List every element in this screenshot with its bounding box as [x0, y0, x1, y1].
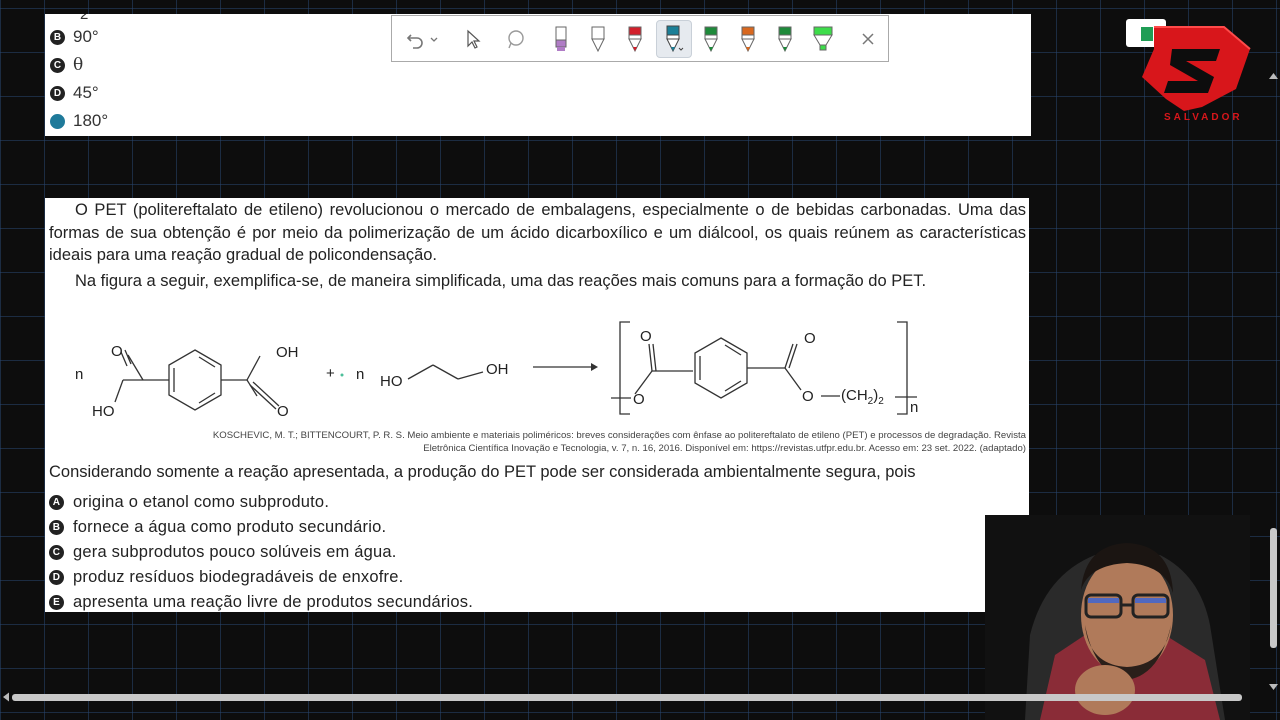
answer-text-a: origina o etanol como subproduto.	[73, 493, 330, 511]
answer-d[interactable]: D produz resíduos biodegradáveis de enxo…	[49, 568, 403, 587]
vertical-scrollbar[interactable]	[1267, 70, 1280, 695]
answer-c[interactable]: C gera subprodutos pouco solúveis em águ…	[49, 543, 397, 562]
acid-o-top: O	[111, 343, 123, 360]
pen-white-icon	[591, 26, 605, 53]
diol-ho: HO	[380, 373, 403, 390]
figure-plus: +	[326, 365, 335, 382]
prod-ch2-open: (CH	[841, 387, 868, 404]
pen-orange[interactable]	[731, 22, 765, 56]
answer-text-e: apresenta uma reação livre de produtos s…	[73, 593, 474, 611]
answer-letter-b: B	[49, 520, 64, 535]
pointer-icon	[467, 29, 481, 49]
option-text: θ	[73, 55, 84, 75]
answer-a[interactable]: A origina o etanol como subproduto.	[49, 493, 329, 512]
pen-orange-icon	[741, 26, 755, 53]
diol-oh: OH	[486, 361, 509, 378]
figure-n-left: n	[75, 366, 83, 383]
pen-red[interactable]	[618, 22, 652, 56]
scroll-left-arrow-icon	[3, 692, 9, 702]
citation-line-2: Eletrônica Científica Inovação e Tecnolo…	[423, 443, 1026, 454]
scroll-thumb-horizontal	[12, 694, 1242, 701]
answer-b[interactable]: B fornece a água como produto secundário…	[49, 518, 386, 537]
option-c[interactable]: C θ	[50, 55, 83, 75]
paragraph-1-text: O PET (politereftalato de etileno) revol…	[49, 201, 1026, 264]
reaction-figure: n O OH HO O + n HO OH O O O O (CH2)2 n	[75, 321, 918, 420]
undo-dropdown[interactable]	[426, 22, 442, 56]
prod-ch2-group: (CH2)2	[841, 387, 884, 407]
answer-letter-d: D	[49, 570, 64, 585]
horizontal-scrollbar[interactable]	[0, 690, 1265, 704]
lasso-icon	[508, 30, 524, 49]
pen-white[interactable]	[581, 22, 615, 56]
highlighter-green[interactable]	[806, 22, 840, 56]
lasso-tool[interactable]	[499, 22, 533, 56]
paragraph-2: Na figura a seguir, exemplifica-se, de m…	[49, 270, 1026, 293]
logo-text: SALVADOR	[1164, 112, 1243, 123]
scroll-up-arrow-icon	[1269, 73, 1278, 79]
answer-letter-a: A	[49, 495, 64, 510]
cut-text: 2	[80, 14, 89, 23]
dropdown-icon	[430, 37, 438, 42]
question-prompt: Considerando somente a reação apresentad…	[49, 463, 916, 481]
acid-o-bottom: O	[277, 403, 289, 420]
pen-darkgreen[interactable]	[768, 22, 802, 56]
option-text: 180°	[73, 111, 109, 130]
pen-green-icon	[704, 26, 718, 53]
prod-o-bottom-right: O	[802, 388, 814, 405]
prod-n: n	[910, 399, 918, 416]
horizontal-scrollbar-graphic	[3, 692, 1242, 702]
drawing-toolbar	[391, 15, 889, 62]
pen-red-icon	[628, 26, 642, 53]
pen-purple-icon	[555, 26, 567, 51]
pen-teal-active[interactable]	[656, 20, 692, 58]
prod-ch2-count: 2	[878, 396, 884, 407]
pen-green[interactable]	[694, 22, 728, 56]
option-letter-e-selected: E	[50, 113, 65, 129]
option-text: 45°	[73, 83, 99, 102]
option-letter-b: B	[50, 29, 65, 45]
pen-teal-icon	[666, 25, 684, 53]
option-d[interactable]: D 45°	[50, 83, 99, 103]
question-card: O PET (politereftalato de etileno) revol…	[45, 198, 1029, 612]
prod-o-top-left: O	[640, 328, 652, 345]
answer-text-b: fornece a água como produto secundário.	[73, 518, 387, 536]
option-letter-d: D	[50, 85, 65, 101]
scroll-down-arrow-icon	[1269, 684, 1278, 690]
ethylene-glycol-structure	[407, 364, 484, 380]
citation-line-1: KOSCHEVIC, M. T.; BITTENCOURT, P. R. S. …	[212, 430, 1026, 441]
terephthalic-acid-structure	[114, 349, 280, 411]
acid-ho-bottom: HO	[92, 403, 115, 420]
acid-oh-top: OH	[276, 344, 299, 361]
scroll-thumb	[1270, 528, 1277, 648]
close-toolbar-button[interactable]	[851, 22, 885, 56]
paragraph-2-text: Na figura a seguir, exemplifica-se, de m…	[75, 272, 927, 290]
figure-n-middle: n	[356, 366, 364, 383]
answer-text-c: gera subprodutos pouco solúveis em água.	[73, 543, 397, 561]
channel-logo: SALVADOR	[1124, 19, 1252, 129]
option-text: 90°	[73, 27, 99, 46]
option-b[interactable]: B 90°	[50, 27, 99, 47]
answer-letter-c: C	[49, 545, 64, 560]
select-tool[interactable]	[456, 22, 490, 56]
prod-o-top-right: O	[804, 330, 816, 347]
pen-darkgreen-icon	[778, 26, 792, 53]
reaction-arrow	[533, 363, 598, 371]
pen-purple[interactable]	[544, 22, 578, 56]
option-e[interactable]: E 180°	[50, 111, 108, 131]
prod-o-bottom-left: O	[633, 391, 645, 408]
answer-e[interactable]: E apresenta uma reação livre de produtos…	[49, 593, 473, 612]
vertical-scrollbar-graphic	[1269, 73, 1278, 690]
close-icon	[862, 33, 874, 45]
paragraph-1: O PET (politereftalato de etileno) revol…	[49, 199, 1026, 267]
option-letter-c: C	[50, 57, 65, 73]
answer-text-d: produz resíduos biodegradáveis de enxofr…	[73, 568, 404, 586]
highlighter-green-icon	[813, 26, 833, 51]
answer-letter-e: E	[49, 595, 64, 610]
undo-icon	[406, 34, 423, 49]
